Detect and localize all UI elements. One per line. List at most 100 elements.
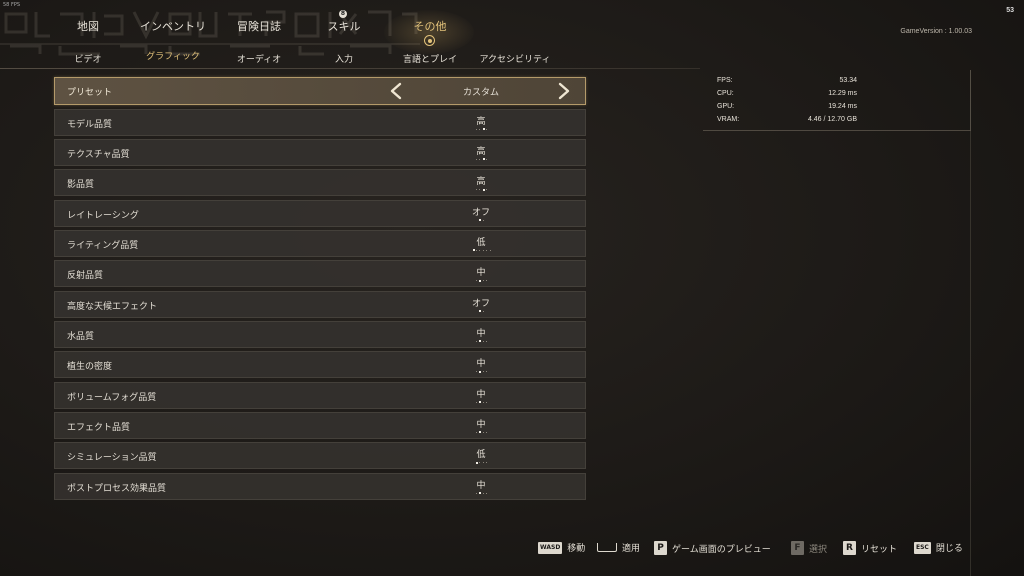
subtab-audio[interactable]: オーディオ [237,52,281,65]
setting-row[interactable]: レイトレーシング オフ [54,199,586,227]
setting-label: ボリュームフォグ品質 [67,392,157,403]
level-dot [482,371,484,373]
hint-close-label: 閉じる [935,544,963,554]
setting-label: 高度な天候エフェクト [67,301,158,312]
setting-label: 水品質 [67,331,95,342]
level-dot [475,249,477,251]
subtab-input[interactable]: 入力 [335,52,353,65]
fps-overlay-counter: 53 [1006,7,1014,14]
level-dot [479,431,482,434]
level-dot [475,158,477,160]
tab-other[interactable]: その他 [414,18,447,34]
hint-close[interactable]: ESC 閉じる [914,541,963,554]
level-dot [479,128,481,130]
hint-apply[interactable]: 適用 [597,541,640,554]
subtab-accessibility[interactable]: アクセシビリティ [479,52,550,65]
level-dot [482,158,485,161]
subtab-graphics[interactable]: グラフィック [146,49,200,62]
tab-journal[interactable]: 冒険日誌 [237,18,281,34]
level-dot [482,188,485,191]
setting-label: エフェクト品質 [67,422,131,433]
setting-label: テクスチャ品質 [67,149,130,160]
level-dot [479,462,481,464]
setting-row[interactable]: 水品質中 [54,320,586,348]
setting-label: モデル品質 [67,119,113,130]
preset-prev-arrow-icon[interactable] [388,82,404,100]
game-version: GameVersion : 1.00.03 [900,28,972,35]
setting-row[interactable]: 植生の密度中 [54,351,586,379]
level-dot [482,249,484,251]
level-dot [472,249,475,252]
setting-label: 植生の密度 [67,362,113,373]
hint-move-label: 移動 [567,544,586,554]
level-dot [486,431,488,433]
level-dot [479,189,481,191]
setting-row[interactable]: テクスチャ品質高 [54,138,586,166]
subtab-divider [0,68,700,69]
preset-label: プリセット [67,88,113,98]
hint-move[interactable]: WASD 移動 [538,541,585,554]
level-dot [475,280,477,282]
level-dot [482,219,484,221]
hint-reset-label: リセット [861,544,898,555]
setting-label: 反射品質 [67,271,104,282]
level-dot [482,310,484,312]
setting-row[interactable]: ポストプロセス効果品質中 [54,472,586,500]
level-dot [479,370,482,373]
hint-apply-label: 適用 [622,544,641,554]
spacebar-key-icon [597,543,617,552]
level-dot [475,189,477,191]
right-panel-divider [970,70,971,576]
level-dot [486,401,488,403]
level-dot [489,249,491,251]
level-dot [482,280,484,282]
preset-next-arrow-icon[interactable] [556,82,572,100]
level-dot [486,158,488,160]
hint-select[interactable]: F 選択 [791,541,827,555]
wasd-key-icon: WASD [538,541,563,554]
esc-key-icon: ESC [914,541,931,554]
performance-stats-panel: FPS: 53.34 CPU: 12.29 ms GPU: 19.24 ms VRAM… [703,70,971,131]
level-dot [486,128,488,130]
setting-label: 影品質 [67,180,95,191]
level-dot [486,492,488,494]
level-dot [486,189,488,191]
hint-preview[interactable]: P ゲーム画面のプレビュー [654,541,771,555]
setting-row[interactable]: 高度な天候エフェクト オフ [54,290,586,318]
setting-row[interactable]: モデル品質高 [54,108,586,136]
level-dot [479,492,482,495]
level-dot [486,340,488,342]
level-dot [482,431,484,433]
setting-row[interactable]: ライティング品質低 [54,229,586,257]
setting-row[interactable]: 反射品質中 [54,260,586,288]
subtab-language-play[interactable]: 言語とプレイ [403,52,457,65]
setting-row[interactable]: エフェクト品質中 [54,411,586,439]
level-dot [475,128,477,130]
tab-skills[interactable]: スキル [328,18,361,34]
level-dot [475,401,477,403]
setting-row[interactable]: ボリュームフォグ品質中 [54,381,586,409]
level-dot [475,340,477,342]
level-dot [475,492,477,494]
level-dot [475,461,478,464]
r-key-icon: R [843,541,856,555]
level-dot [482,128,485,130]
level-dot [482,401,484,403]
level-dot [486,371,488,373]
level-dot [479,158,481,160]
level-dot [475,431,477,433]
tab-map[interactable]: 地図 [77,18,99,34]
preset-row[interactable]: プリセット カスタム [54,77,586,105]
level-dot [486,462,488,464]
setting-row[interactable]: シミュレーション品質低 [54,442,586,470]
level-dot [482,340,484,342]
level-dot [482,462,484,464]
setting-label: ポストプロセス効果品質 [67,483,167,494]
level-dot [479,279,482,282]
subtab-video[interactable]: ビデオ [74,52,101,65]
tab-inventory[interactable]: インベントリ [140,18,206,34]
level-dot [486,249,488,251]
setting-row[interactable]: 影品質高 [54,169,586,197]
hint-reset[interactable]: R リセット [843,541,897,555]
skill-notification-badge: 8 [339,10,347,18]
